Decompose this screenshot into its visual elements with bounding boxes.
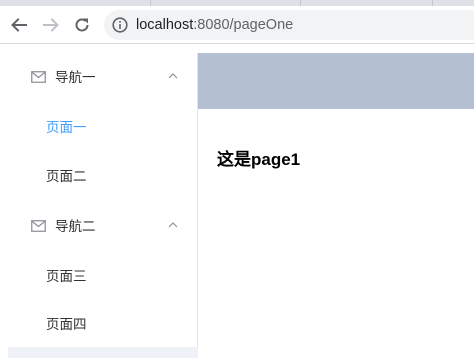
sidebar-menu: 导航一 页面一 页面二 导航二 页面三 页面四 [8, 53, 198, 358]
submenu-title-label: 导航一 [55, 70, 96, 85]
submenu-title-label: 导航二 [55, 219, 96, 234]
arrow-left-icon [11, 18, 27, 32]
chevron-up-icon [168, 222, 178, 228]
menu-item-page-one[interactable]: 页面一 [8, 103, 197, 153]
chevron-up-icon [168, 73, 178, 79]
mail-icon [31, 220, 46, 232]
page-header [198, 53, 474, 109]
menu-item-label: 页面二 [46, 169, 87, 184]
menu-item-page-three[interactable]: 页面三 [8, 252, 197, 302]
submenu-title-nav2[interactable]: 导航二 [8, 202, 197, 252]
menu-item-label: 页面一 [46, 120, 87, 135]
page-title: 这是page1 [217, 150, 301, 169]
mail-icon [31, 71, 46, 83]
submenu-title-nav1[interactable]: 导航一 [8, 53, 197, 103]
main-content: 这是page1 [198, 109, 474, 358]
back-button[interactable] [5, 11, 33, 39]
menu-item-label: 页面四 [46, 317, 87, 332]
menu-item-page-two[interactable]: 页面二 [8, 152, 197, 202]
reload-button[interactable] [68, 11, 96, 39]
url-text[interactable]: localhost:8080/pageOne [136, 16, 293, 34]
arrow-right-icon [43, 18, 59, 32]
menu-item-label: 页面三 [46, 269, 87, 284]
browser-toolbar: localhost:8080/pageOne [0, 6, 474, 44]
forward-button[interactable] [37, 11, 65, 39]
address-bar[interactable]: localhost:8080/pageOne [104, 10, 474, 40]
url-path: :8080/pageOne [193, 17, 294, 33]
reload-icon [75, 18, 89, 32]
info-icon[interactable] [112, 17, 128, 33]
sidebar-footer [8, 347, 198, 358]
menu-item-page-four[interactable]: 页面四 [8, 300, 197, 350]
url-host: localhost [136, 17, 194, 33]
